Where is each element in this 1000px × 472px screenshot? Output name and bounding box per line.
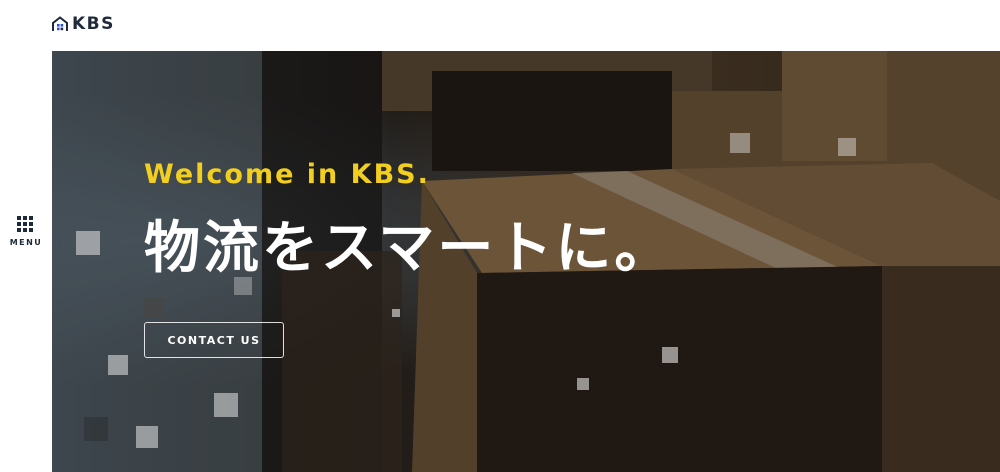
decor-square: [392, 309, 400, 317]
page: KBS MENU Welcome in KBS. 物流をスマートに。 CONTA…: [0, 0, 1000, 472]
decor-square: [662, 347, 678, 363]
decor-square: [76, 231, 100, 255]
decor-square: [144, 298, 164, 318]
decor-square: [214, 393, 238, 417]
grid-menu-icon: [17, 216, 35, 234]
hero-section: Welcome in KBS. 物流をスマートに。 CONTACT US: [52, 51, 1000, 472]
menu-label: MENU: [9, 238, 43, 247]
house-icon: [52, 16, 68, 31]
welcome-text: Welcome in KBS.: [144, 159, 430, 190]
decor-square: [730, 133, 750, 153]
site-logo[interactable]: KBS: [52, 14, 115, 34]
hero-headline: 物流をスマートに。: [144, 216, 674, 281]
decor-square: [84, 417, 108, 441]
logo-text: KBS: [72, 14, 115, 34]
decor-square: [838, 138, 856, 156]
contact-us-button[interactable]: CONTACT US: [144, 322, 284, 358]
decor-square: [136, 426, 158, 448]
menu-button[interactable]: MENU: [8, 216, 44, 247]
decor-square: [108, 355, 128, 375]
decor-square: [577, 378, 589, 390]
